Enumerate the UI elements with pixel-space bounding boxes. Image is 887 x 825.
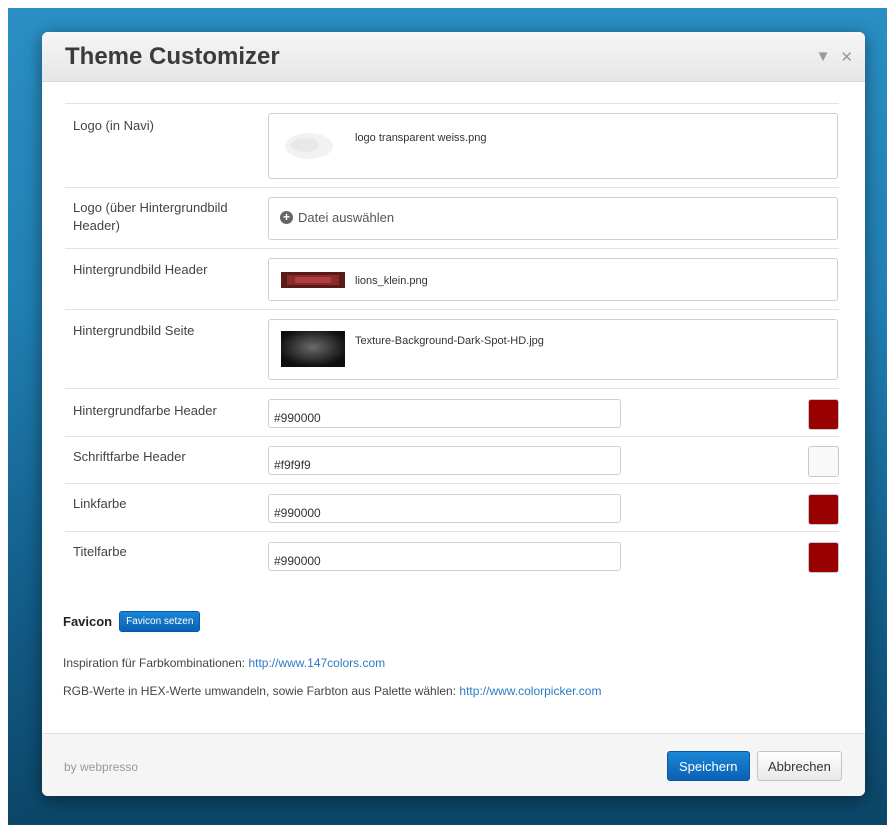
row-logo-navi: Logo (in Navi) logo transparent weiss.pn… — [65, 103, 839, 187]
row-title-color: Titelfarbe — [65, 531, 839, 579]
inspiration-text: Inspiration für Farbkombinationen: — [63, 656, 246, 670]
link-color-input[interactable] — [268, 494, 621, 523]
bg-page-file-box[interactable]: Texture-Background-Dark-Spot-HD.jpg — [268, 319, 838, 380]
fontcolor-header-input[interactable] — [268, 446, 621, 475]
bgcolor-header-swatch[interactable] — [808, 399, 839, 430]
collapse-icon[interactable]: ▼ — [816, 48, 831, 66]
row-link-color: Linkfarbe — [65, 483, 839, 531]
rgb-line: RGB-Werte in HEX-Werte umwandeln, sowie … — [63, 684, 601, 698]
texture-thumbnail — [281, 331, 345, 367]
cancel-button[interactable]: Abbrechen — [757, 751, 842, 781]
bg-header-filename: lions_klein.png — [355, 275, 428, 287]
label-title-color: Titelfarbe — [73, 544, 127, 559]
colorpicker-link[interactable]: http://www.colorpicker.com — [459, 684, 601, 698]
label-logo-navi: Logo (in Navi) — [73, 118, 154, 133]
plus-circle-icon: + — [280, 211, 293, 224]
label-bg-header: Hintergrundbild Header — [73, 262, 208, 277]
favicon-row: Favicon Favicon setzen — [63, 611, 201, 632]
dialog-footer: by webpresso Speichern Abbrechen — [42, 733, 865, 796]
favicon-label: Favicon — [63, 614, 113, 629]
bg-page-filename: Texture-Background-Dark-Spot-HD.jpg — [355, 335, 544, 347]
label-bgcolor-header: Hintergrundfarbe Header — [73, 403, 217, 418]
lions-thumbnail — [281, 272, 345, 288]
row-logo-header: Logo (über Hintergrundbild Header) + Dat… — [65, 187, 839, 248]
dialog-header: Theme Customizer ▼ ✕ — [42, 32, 865, 82]
logo-navi-file-box[interactable]: logo transparent weiss.png — [268, 113, 838, 179]
row-bg-page: Hintergrundbild Seite Texture-Background… — [65, 309, 839, 388]
dialog-title: Theme Customizer — [65, 43, 280, 70]
inspiration-line: Inspiration für Farbkombinationen: http:… — [63, 656, 385, 670]
link-color-swatch[interactable] — [808, 494, 839, 525]
label-logo-header: Logo (über Hintergrundbild Header) — [73, 200, 228, 233]
title-color-input[interactable] — [268, 542, 621, 571]
bg-header-file-box[interactable]: lions_klein.png — [268, 258, 838, 301]
row-bgcolor-header: Hintergrundfarbe Header — [65, 388, 839, 436]
logo-thumbnail — [285, 133, 333, 159]
rgb-text: RGB-Werte in HEX-Werte umwandeln, sowie … — [63, 684, 457, 698]
logo-header-file-box: + Datei auswählen — [268, 197, 838, 240]
inspiration-link[interactable]: http://www.147colors.com — [248, 656, 385, 670]
label-link-color: Linkfarbe — [73, 496, 127, 511]
close-icon[interactable]: ✕ — [840, 48, 853, 66]
bgcolor-header-input[interactable] — [268, 399, 621, 428]
choose-file-label: Datei auswählen — [298, 210, 395, 225]
set-favicon-button[interactable]: Favicon setzen — [119, 611, 201, 632]
fontcolor-header-swatch[interactable] — [808, 446, 839, 477]
label-bg-page: Hintergrundbild Seite — [73, 323, 195, 338]
footer-note: by webpresso — [64, 760, 139, 774]
logo-navi-filename: logo transparent weiss.png — [355, 132, 487, 144]
row-fontcolor-header: Schriftfarbe Header — [65, 436, 839, 483]
theme-form: Logo (in Navi) logo transparent weiss.pn… — [65, 103, 839, 579]
row-bg-header: Hintergrundbild Header lions_klein.png — [65, 248, 839, 309]
title-color-swatch[interactable] — [808, 542, 839, 573]
choose-file-button[interactable]: + Datei auswählen — [280, 210, 394, 225]
save-button[interactable]: Speichern — [667, 751, 750, 781]
label-fontcolor-header: Schriftfarbe Header — [73, 449, 186, 464]
theme-customizer-dialog: Theme Customizer ▼ ✕ Logo (in Navi) logo… — [42, 32, 865, 796]
